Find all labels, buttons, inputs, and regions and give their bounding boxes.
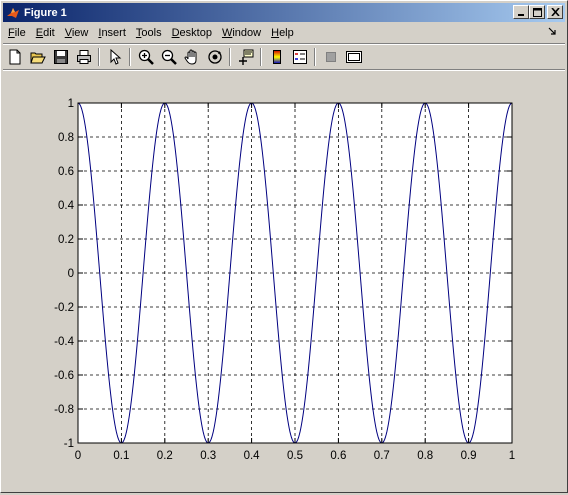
y-tick-label: -0.4 [54, 336, 74, 348]
y-tick-label: 0.6 [58, 166, 74, 178]
figure-toolbar [3, 45, 565, 69]
x-tick-label: 0.3 [200, 450, 216, 462]
y-tick-label: 0.4 [58, 200, 75, 212]
x-tick-label: 0.4 [244, 450, 261, 462]
figure-window: Figure 1 File Edit View Insert Tools Des… [0, 0, 568, 493]
x-tick-label: 0.1 [113, 450, 129, 462]
toolbar-separator [260, 48, 262, 66]
menu-help-rest: elp [279, 27, 294, 39]
rotate-3d-icon[interactable] [203, 46, 226, 68]
x-tick-label: 0.9 [461, 450, 477, 462]
hide-plot-tools-icon[interactable] [319, 46, 342, 68]
x-tick-label: 0.8 [417, 450, 433, 462]
close-icon [550, 8, 560, 16]
menu-insert-rest: nsert [101, 27, 126, 39]
y-tick-label: 1 [68, 98, 74, 110]
menu-insert[interactable]: Insert [93, 25, 131, 42]
menu-file[interactable]: File [3, 25, 31, 42]
print-icon[interactable] [72, 46, 95, 68]
open-file-icon[interactable] [26, 46, 49, 68]
legend-icon[interactable] [288, 46, 311, 68]
y-tick-label: -0.2 [54, 302, 74, 314]
toolbar-separator [98, 48, 100, 66]
menu-window-rest: indow [232, 27, 262, 39]
toolbar-separator [314, 48, 316, 66]
menu-window-key: W [221, 27, 233, 39]
edit-plot-arrow-icon[interactable] [103, 46, 126, 68]
menu-edit-key: E [35, 27, 44, 39]
window-title: Figure 1 [24, 6, 67, 19]
y-tick-label: 0 [68, 268, 74, 280]
menu-edit-rest: dit [43, 27, 55, 39]
figure-canvas[interactable]: 0 0.1 0.2 0.3 0.4 0.5 0.6 0.7 0.8 0.9 1 1 0.8 0.6 0.4 0… [1, 71, 567, 492]
maximize-button[interactable] [529, 5, 545, 19]
save-icon[interactable] [49, 46, 72, 68]
toolbar-separator [129, 48, 131, 66]
new-figure-icon[interactable] [3, 46, 26, 68]
menu-desktop-key: D [171, 27, 180, 39]
matlab-logo-icon [5, 5, 21, 21]
menu-bar: File Edit View Insert Tools Desktop Wind… [3, 24, 565, 43]
y-tick-label: -0.6 [54, 370, 74, 382]
colorbar-icon[interactable] [265, 46, 288, 68]
show-plot-tools-icon[interactable] [342, 46, 365, 68]
toolbar-separator [229, 48, 231, 66]
data-cursor-icon[interactable] [234, 46, 257, 68]
close-button[interactable] [547, 5, 563, 19]
menu-tools[interactable]: Tools [131, 25, 167, 42]
menu-view-key: V [64, 27, 72, 39]
x-tick-label: 0 [75, 450, 81, 462]
title-bar[interactable]: Figure 1 [3, 3, 565, 22]
x-tick-label: 0.5 [287, 450, 303, 462]
menu-edit[interactable]: Edit [31, 25, 60, 42]
menu-help[interactable]: Help [266, 25, 299, 42]
x-tick-label: 0.2 [157, 450, 173, 462]
dock-arrow-icon[interactable] [548, 27, 557, 39]
zoom-in-icon[interactable] [134, 46, 157, 68]
maximize-icon [532, 7, 542, 17]
minimize-button[interactable] [513, 5, 529, 19]
y-tick-label: -0.8 [54, 404, 74, 416]
y-tick-label: 0.8 [58, 132, 74, 144]
pan-hand-icon[interactable] [180, 46, 203, 68]
x-tick-label: 0.7 [374, 450, 390, 462]
y-tick-label: -1 [64, 438, 74, 450]
menu-view[interactable]: View [60, 25, 94, 42]
menu-file-key: F [8, 27, 15, 39]
menu-tools-rest: ools [141, 27, 162, 39]
chart-svg: 0 0.1 0.2 0.3 0.4 0.5 0.6 0.7 0.8 0.9 1 1 0.8 0.6 0.4 0… [54, 98, 515, 462]
menu-file-rest: ile [14, 27, 26, 39]
y-tick-label: 0.2 [58, 234, 74, 246]
menu-desktop-rest: esktop [179, 27, 212, 39]
minimize-icon [518, 14, 524, 16]
menu-window[interactable]: Window [217, 25, 266, 42]
x-tick-label: 0.6 [330, 450, 346, 462]
zoom-out-icon[interactable] [157, 46, 180, 68]
menu-help-key: H [271, 27, 280, 39]
menu-desktop[interactable]: Desktop [167, 25, 217, 42]
x-tick-label: 1 [509, 450, 515, 462]
menu-view-rest: iew [71, 27, 89, 39]
